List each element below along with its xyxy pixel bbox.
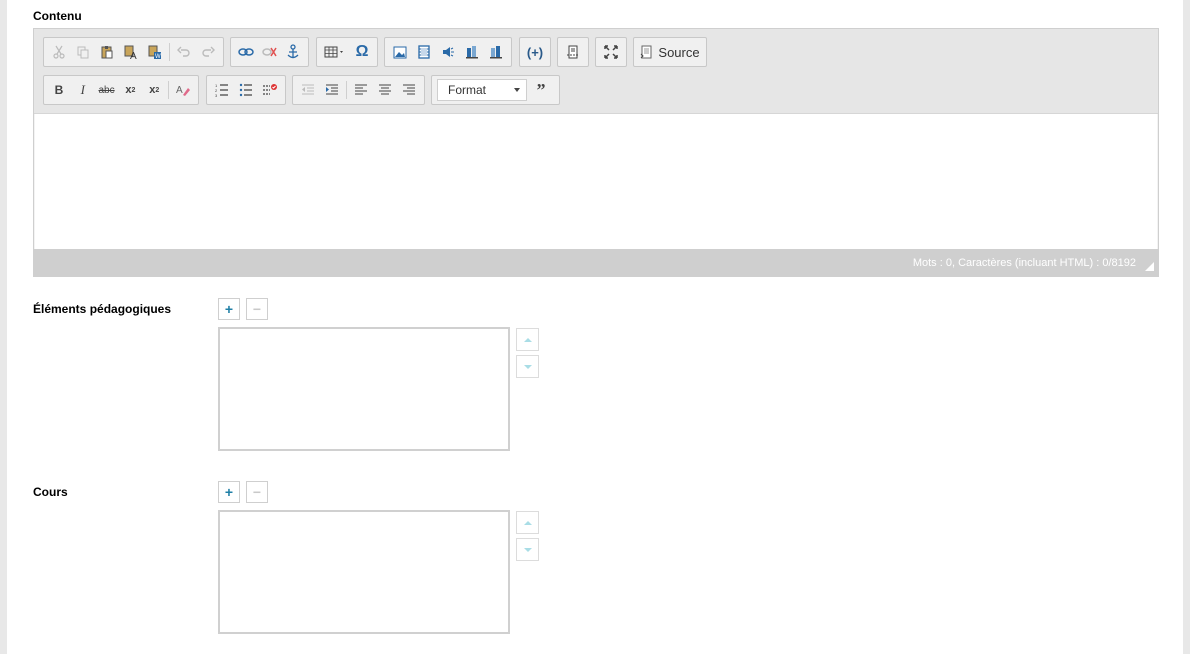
links-group — [230, 37, 309, 67]
subscript-icon[interactable]: x2 — [118, 78, 142, 102]
arrow-down-icon — [523, 547, 532, 552]
editor-statusbar: Mots : 0, Caractères (incluant HTML) : 0… — [34, 249, 1158, 276]
outdent-icon[interactable] — [296, 78, 320, 102]
remove-format-icon[interactable]: A — [171, 78, 195, 102]
copy-icon[interactable] — [71, 40, 95, 64]
svg-text:A: A — [130, 51, 137, 60]
maximize-group — [595, 37, 627, 67]
page-break-icon[interactable] — [561, 40, 585, 64]
document-icon[interactable] — [460, 40, 484, 64]
arrow-up-icon — [523, 337, 532, 342]
lists-group: 123 — [206, 75, 286, 105]
video-icon[interactable] — [412, 40, 436, 64]
strike-icon[interactable]: abc — [95, 78, 119, 102]
remove-cours-button[interactable]: − — [246, 481, 268, 503]
link-icon[interactable] — [234, 40, 258, 64]
move-cours-down-button[interactable] — [516, 538, 539, 561]
cours-label: Cours — [33, 485, 68, 499]
embed-group: (+) — [519, 37, 551, 67]
bulleted-list-icon[interactable] — [234, 78, 258, 102]
superscript-icon[interactable]: x2 — [142, 78, 166, 102]
format-group: Format ” — [431, 75, 560, 105]
redo-icon[interactable] — [196, 40, 220, 64]
align-right-icon[interactable] — [397, 78, 421, 102]
checklist-icon[interactable] — [258, 78, 282, 102]
numbered-list-icon[interactable]: 123 — [210, 78, 234, 102]
indent-align-group — [292, 75, 425, 105]
clipboard-group: A W — [43, 37, 224, 67]
maximize-icon[interactable] — [599, 40, 623, 64]
format-dropdown[interactable]: Format — [437, 79, 527, 101]
word-count: Mots : 0, Caractères (incluant HTML) : 0… — [912, 256, 1136, 269]
svg-text:W: W — [155, 54, 161, 60]
contenu-label: Contenu — [33, 9, 82, 23]
editor-toolbar: A W Ω (+) Source B I abc x 2 x 2 A 1 2 3… — [34, 29, 1158, 114]
table-icon[interactable] — [320, 40, 350, 64]
rich-text-editor: A W Ω (+) Source B I abc x 2 x 2 A 1 2 3… — [33, 28, 1159, 277]
align-left-icon[interactable] — [349, 78, 373, 102]
editor-content-area[interactable] — [35, 114, 1157, 249]
basic-styles-group: B I abc x2 x2 A — [43, 75, 199, 105]
chevron-down-icon — [514, 88, 520, 92]
source-icon — [641, 45, 652, 58]
resource-icon[interactable] — [484, 40, 508, 64]
anchor-icon[interactable] — [281, 40, 305, 64]
elements-listbox[interactable] — [218, 327, 510, 451]
svg-text:3: 3 — [215, 93, 218, 97]
align-center-icon[interactable] — [373, 78, 397, 102]
add-cours-button[interactable]: + — [218, 481, 240, 503]
bold-icon[interactable]: B — [47, 78, 71, 102]
template-group — [557, 37, 589, 67]
cut-icon[interactable] — [47, 40, 71, 64]
svg-text:A: A — [176, 85, 183, 96]
source-label: Source — [658, 44, 700, 60]
paste-text-icon[interactable]: A — [119, 40, 143, 64]
special-char-icon[interactable]: Ω — [350, 40, 374, 64]
move-cours-up-button[interactable] — [516, 511, 539, 534]
source-group: Source — [633, 37, 707, 67]
paste-icon[interactable] — [95, 40, 119, 64]
insert-group: Ω — [316, 37, 378, 67]
embed-icon[interactable]: (+) — [523, 40, 547, 64]
source-button[interactable]: Source — [634, 40, 705, 64]
arrow-up-icon — [523, 520, 532, 525]
cours-listbox[interactable] — [218, 510, 510, 634]
move-element-down-button[interactable] — [516, 355, 539, 378]
arrow-down-icon — [523, 364, 532, 369]
image-icon[interactable] — [388, 40, 412, 64]
elements-label: Éléments pédagogiques — [33, 302, 172, 316]
indent-icon[interactable] — [320, 78, 344, 102]
audio-icon[interactable] — [436, 40, 460, 64]
blockquote-icon[interactable]: ” — [529, 78, 553, 102]
italic-icon[interactable]: I — [71, 78, 95, 102]
media-group — [384, 37, 512, 67]
remove-element-button[interactable]: − — [246, 298, 268, 320]
paste-word-icon[interactable]: W — [143, 40, 167, 64]
resize-handle-icon[interactable] — [1145, 262, 1154, 271]
format-label: Format — [448, 83, 487, 97]
add-element-button[interactable]: + — [218, 298, 240, 320]
move-element-up-button[interactable] — [516, 328, 539, 351]
form-page: Contenu A W Ω (+) Source B I abc x 2 x 2… — [7, 0, 1183, 654]
unlink-icon[interactable] — [258, 40, 282, 64]
undo-icon[interactable] — [172, 40, 196, 64]
